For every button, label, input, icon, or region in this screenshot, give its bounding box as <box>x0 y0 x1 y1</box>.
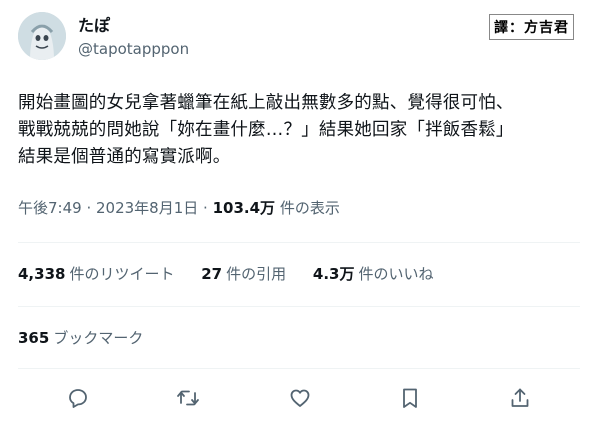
translator-watermark: 譯：方吉君 <box>489 14 574 40</box>
retweets-stat[interactable]: 4,338 件のリツイート <box>18 265 174 283</box>
divider <box>18 242 580 243</box>
tweet-meta: 午後7:49 · 2023年8月1日 · 103.4万 件の表示 <box>18 197 340 218</box>
retweet-icon <box>177 390 199 406</box>
quotes-stat[interactable]: 27 件の引用 <box>201 265 286 283</box>
avatar[interactable] <box>18 12 66 60</box>
divider <box>18 306 580 307</box>
share-icon <box>511 388 529 407</box>
retweets-label: 件のリツイート <box>69 265 175 283</box>
tweet-time[interactable]: 午後7:49 <box>18 199 82 217</box>
views-count: 103.4万 <box>212 199 276 217</box>
handle[interactable]: @tapotapppon <box>78 38 189 60</box>
meta-separator: · <box>198 199 213 217</box>
bookmarks-stat: 365 ブックマーク <box>18 327 143 348</box>
tweet-header: たぽ @tapotapppon 譯：方吉君 <box>18 12 580 68</box>
views-label: 件の表示 <box>279 199 340 217</box>
tweet-date[interactable]: 2023年8月1日 <box>96 199 198 217</box>
tweet-line: 戰戰兢兢的問她說「妳在畫什麼…？」結果她回家「拌飯香鬆」 <box>18 120 514 140</box>
action-bar <box>0 380 598 416</box>
quotes-count: 27 <box>201 265 223 283</box>
likes-label: 件のいいね <box>358 265 434 283</box>
author-info: たぽ @tapotapppon <box>78 16 189 60</box>
like-icon <box>290 389 310 407</box>
tweet-line: 開始畫圖的女兒拿著蠟筆在紙上敲出無數多的點、覺得很可怕、 <box>18 93 514 113</box>
bookmark-icon <box>403 388 417 408</box>
likes-stat[interactable]: 4.3万 件のいいね <box>313 265 434 283</box>
display-name[interactable]: たぽ <box>78 16 189 36</box>
bookmarks-count: 365 <box>18 329 50 347</box>
share-button[interactable] <box>506 384 534 412</box>
likes-count: 4.3万 <box>312 265 355 283</box>
bookmarks-label: ブックマーク <box>53 329 144 347</box>
quotes-label: 件の引用 <box>226 265 287 283</box>
tweet-text: 開始畫圖的女兒拿著蠟筆在紙上敲出無數多的點、覺得很可怕、 戰戰兢兢的問她說「妳在… <box>18 90 584 171</box>
bookmark-button[interactable] <box>396 384 424 412</box>
retweet-button[interactable] <box>174 384 202 412</box>
reply-icon <box>69 389 87 408</box>
tweet-line: 結果是個普通的寫實派啊。 <box>18 147 231 167</box>
meta-separator: · <box>81 199 96 217</box>
divider <box>18 368 580 369</box>
reply-button[interactable] <box>64 384 92 412</box>
engagement-stats: 4,338 件のリツイート 27 件の引用 4.3万 件のいいね <box>18 263 456 284</box>
like-button[interactable] <box>286 384 314 412</box>
retweets-count: 4,338 <box>18 265 66 283</box>
